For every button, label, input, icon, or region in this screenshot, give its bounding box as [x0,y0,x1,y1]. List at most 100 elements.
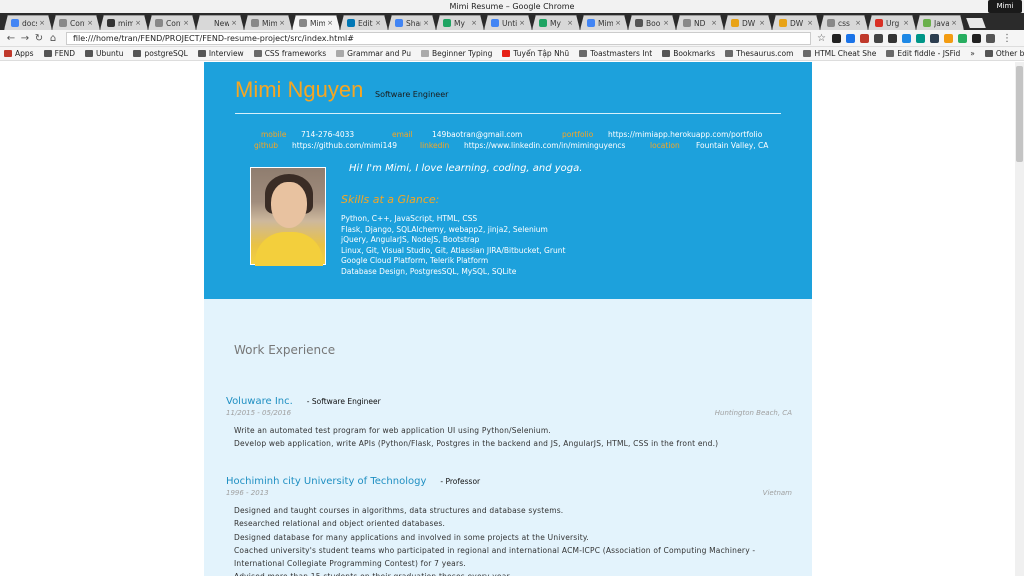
tab[interactable]: Mimi× [292,15,340,30]
close-icon[interactable]: × [807,19,813,27]
close-icon[interactable]: × [519,19,525,27]
bookmark-star-icon[interactable]: ☆ [817,33,826,44]
job-location: Huntington Beach, CA [714,409,792,417]
contact-value[interactable]: 714-276-4033 [301,129,392,140]
close-icon[interactable]: × [423,19,429,27]
forward-icon[interactable]: → [18,33,32,44]
close-icon[interactable]: × [87,19,93,27]
tab[interactable]: New T× [196,15,244,30]
contact-value[interactable]: 149baotran@gmail.com [432,129,562,140]
tab[interactable]: Urg × [868,15,916,30]
close-icon[interactable]: × [327,19,333,27]
site-icon [803,50,812,57]
contact-value[interactable]: https://www.linkedin.com/in/miminguyencs [464,140,650,151]
contact-value[interactable]: Fountain Valley, CA [696,140,768,151]
close-icon[interactable]: × [903,19,909,27]
tab[interactable]: Cont× [148,15,196,30]
tab[interactable]: docs× [4,15,52,30]
bookmark-site[interactable]: Thesaurus.com [725,49,793,58]
bookmark-more[interactable]: » [970,49,975,58]
new-tab-button[interactable] [966,18,986,28]
close-icon[interactable]: × [39,19,45,27]
extension-icon[interactable] [943,33,953,43]
folder-icon [43,50,52,57]
tab[interactable]: Cont× [52,15,100,30]
tab[interactable]: Java × [916,15,964,30]
close-icon[interactable]: × [375,19,381,27]
tab[interactable]: My × [532,15,580,30]
bookmark-label: » [970,49,975,58]
close-icon[interactable]: × [663,19,669,27]
bookmark-site[interactable]: CSS frameworks [253,49,326,58]
bookmark-folder[interactable]: postgreSQL [133,49,188,58]
tab[interactable]: My × [436,15,484,30]
bookmark-site[interactable]: Toastmasters Int [579,49,652,58]
home-icon[interactable]: ⌂ [46,33,60,44]
close-icon[interactable]: × [951,19,957,27]
extension-icon[interactable] [971,33,981,43]
job-meta: 11/2015 - 05/2016 Huntington Beach, CA [226,409,792,417]
extension-icon[interactable] [845,33,855,43]
extension-icon[interactable] [873,33,883,43]
close-icon[interactable]: × [711,19,717,27]
menu-icon[interactable]: ⋮ [1000,33,1014,44]
contact-value[interactable]: https://github.com/mimi149 [292,140,420,151]
bookmark-label: Toastmasters Int [590,49,653,58]
google-icon [11,19,19,27]
extension-icon[interactable] [957,33,967,43]
github-icon [107,19,115,27]
extension-icon[interactable] [887,33,897,43]
scrollbar-thumb[interactable] [1016,66,1023,162]
site-icon [886,50,895,57]
tab[interactable]: DW × [724,15,772,30]
close-icon[interactable]: × [135,19,141,27]
bookmark-site[interactable]: Edit fiddle - JSFid [886,49,960,58]
bookmark-folder[interactable]: FEND [43,49,75,58]
extension-icon[interactable] [985,33,995,43]
close-icon[interactable]: × [615,19,621,27]
bookmark-page[interactable]: Grammar and Pu [336,49,411,58]
tab[interactable]: ND × [676,15,724,30]
profile-button[interactable]: Mimi [988,0,1022,13]
bookmark-site[interactable]: HTML Cheat She [803,49,876,58]
bookmark-youtube[interactable]: Tuyển Tập Nhũ [502,49,569,58]
tab[interactable]: Mim × [580,15,628,30]
job-duties: Designed and taught courses in algorithm… [226,504,792,576]
close-icon[interactable]: × [279,19,285,27]
tab[interactable]: Unti × [484,15,532,30]
close-icon[interactable]: × [471,19,477,27]
extension-icon[interactable] [915,33,925,43]
bookmark-apps[interactable]: Apps [4,49,34,58]
tab[interactable]: css × [820,15,868,30]
extension-icon[interactable] [859,33,869,43]
contact-label: email [392,130,413,139]
bookmark-page[interactable]: Beginner Typing [420,49,492,58]
close-icon[interactable]: × [759,19,765,27]
contact-value[interactable]: https://mimiapp.herokuapp.com/portfolio [608,129,762,140]
job-entry: Hochiminh city University of Technology -… [226,469,792,576]
tab-label: Shar [406,18,421,28]
close-icon[interactable]: × [183,19,189,27]
address-bar[interactable]: file:///home/tran/FEND/PROJECT/FEND-resu… [66,31,811,45]
resume-page: Mimi Nguyen Software Engineer mobile 714-… [204,62,812,576]
bookmark-folder[interactable]: Ubuntu [85,49,123,58]
close-icon[interactable]: × [231,19,237,27]
extension-icon[interactable] [831,33,841,43]
tab[interactable]: Boo × [628,15,676,30]
tab[interactable]: mim × [100,15,148,30]
tab[interactable]: Mimi× [244,15,292,30]
scrollbar[interactable] [1015,62,1024,576]
close-icon[interactable]: × [855,19,861,27]
extension-icon[interactable] [929,33,939,43]
bookmark-star[interactable]: Bookmarks [662,49,715,58]
tab[interactable]: Edit × [340,15,388,30]
bookmark-folder[interactable]: Interview [197,49,244,58]
other-bookmarks[interactable]: Other bookmarks [984,49,1024,58]
close-icon[interactable]: × [567,19,573,27]
tab[interactable]: Shar× [388,15,436,30]
back-icon[interactable]: ← [4,33,18,44]
extension-icon[interactable] [901,33,911,43]
person-role: Software Engineer [375,90,449,99]
tab[interactable]: DW × [772,15,820,30]
reload-icon[interactable]: ↻ [32,33,46,44]
